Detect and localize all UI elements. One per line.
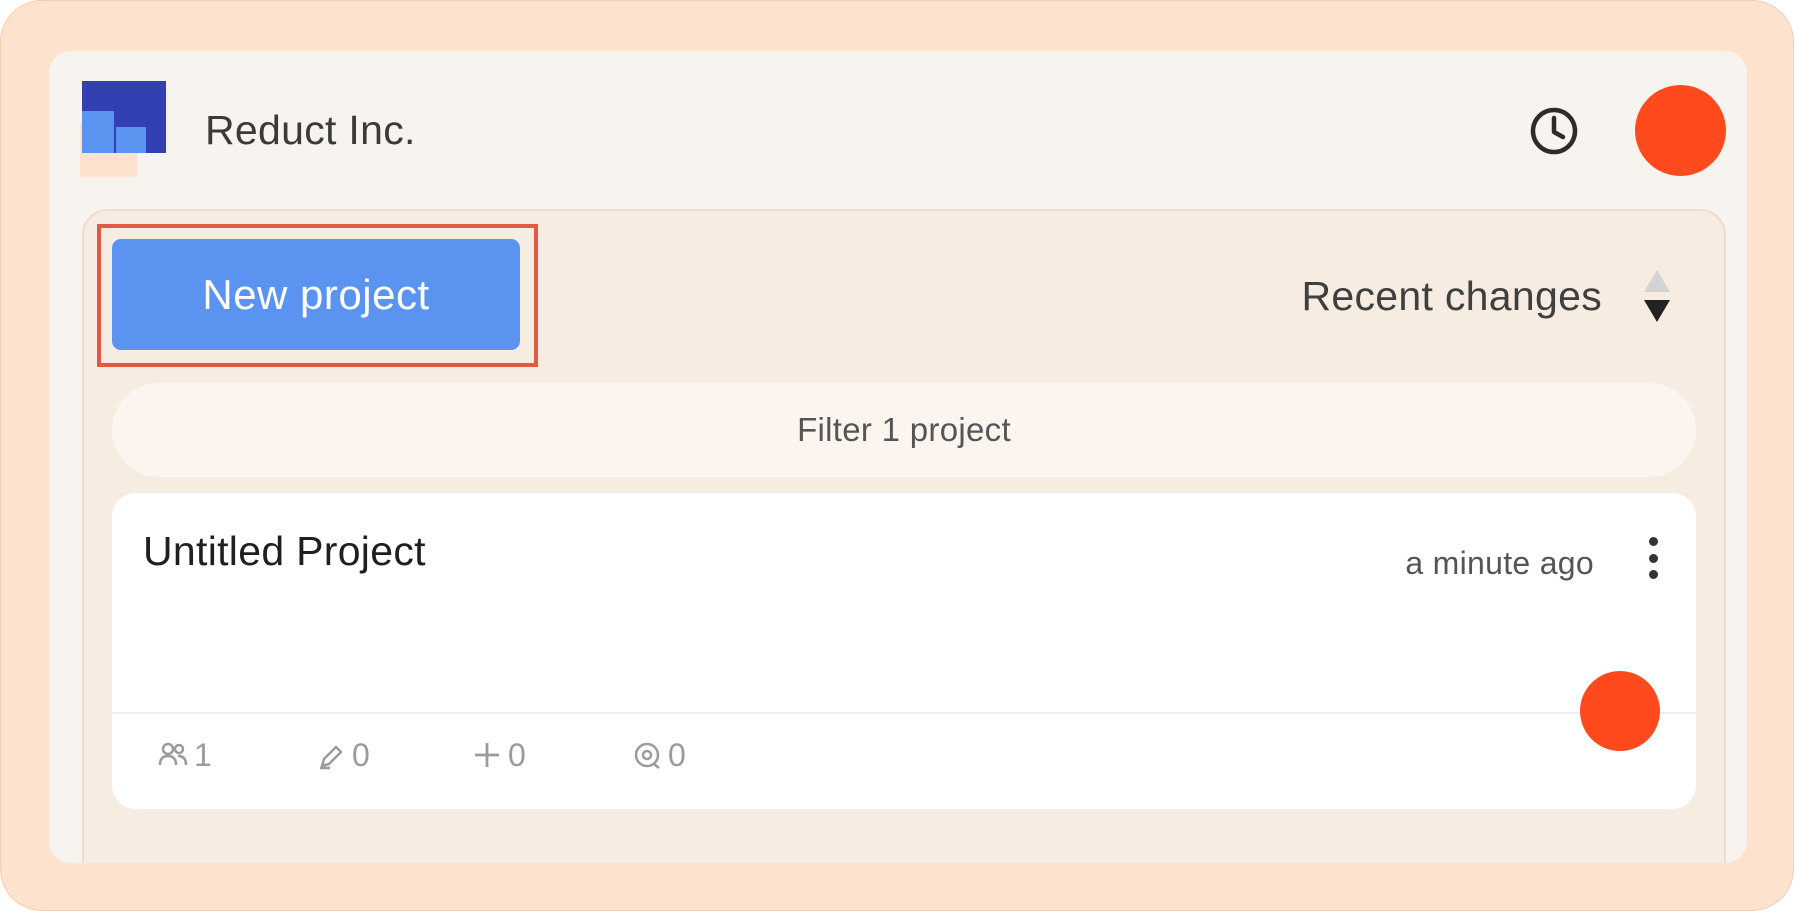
kebab-dot bbox=[1648, 570, 1658, 579]
edits-count: 0 bbox=[352, 736, 370, 773]
sort-dropdown[interactable]: Recent changes bbox=[1301, 261, 1672, 331]
stat-edits: 0 bbox=[316, 733, 370, 777]
kebab-dot bbox=[1648, 553, 1658, 563]
plus-icon bbox=[475, 743, 499, 767]
stat-members: 1 bbox=[158, 733, 212, 777]
project-filter-input[interactable]: Filter 1 project bbox=[112, 383, 1696, 477]
sort-toggle-icon bbox=[1644, 270, 1670, 322]
app-window: Reduct Inc. New project Recent changes F… bbox=[49, 51, 1747, 863]
sort-label: Recent changes bbox=[1301, 272, 1602, 319]
comments-count: 0 bbox=[668, 736, 686, 773]
user-avatar[interactable] bbox=[1635, 85, 1726, 176]
stat-comments: 0 bbox=[632, 733, 686, 777]
kebab-menu-icon[interactable] bbox=[1636, 529, 1670, 587]
outer-frame: Reduct Inc. New project Recent changes F… bbox=[0, 0, 1794, 911]
members-icon bbox=[158, 742, 188, 766]
clock-history-icon[interactable] bbox=[1527, 104, 1581, 158]
stat-added: 0 bbox=[472, 733, 526, 777]
org-name: Reduct Inc. bbox=[205, 107, 416, 153]
card-divider bbox=[112, 712, 1696, 714]
comment-icon bbox=[634, 742, 660, 769]
new-project-button[interactable]: New project bbox=[112, 239, 520, 350]
kebab-dot bbox=[1648, 537, 1658, 546]
project-title: Untitled Project bbox=[143, 528, 426, 574]
header: Reduct Inc. bbox=[49, 51, 1747, 206]
edit-pen-icon bbox=[320, 745, 343, 770]
project-modified-time: a minute ago bbox=[1405, 545, 1594, 581]
projects-panel: New project Recent changes Filter 1 proj… bbox=[82, 209, 1726, 863]
filter-placeholder: Filter 1 project bbox=[797, 411, 1011, 448]
project-card[interactable]: Untitled Project a minute ago 1 0 0 0 bbox=[112, 493, 1696, 809]
project-owner-avatar bbox=[1580, 671, 1660, 751]
added-count: 0 bbox=[508, 736, 526, 773]
reduct-logo-icon bbox=[80, 81, 166, 177]
members-count: 1 bbox=[194, 736, 212, 773]
